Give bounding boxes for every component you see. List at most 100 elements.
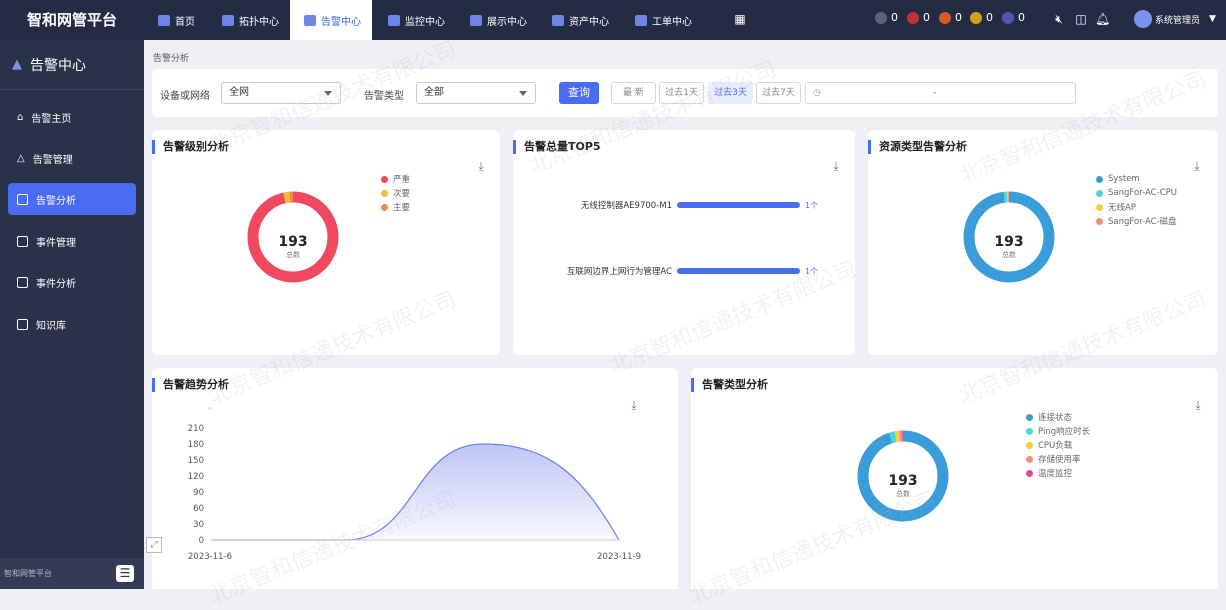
top5-bar-chart: 无线控制器AE9700-M1 1个互联网边界上网行为管理AC 1个 xyxy=(567,200,818,277)
legend-item[interactable]: 无线AP xyxy=(1096,200,1177,214)
nav-home[interactable]: 首页 xyxy=(158,0,195,40)
grid-icon[interactable]: ▦ xyxy=(733,12,747,26)
sidebar-item-knowledge[interactable]: 知识库 xyxy=(8,308,136,340)
user-name: 系统管理员 xyxy=(1155,15,1201,26)
legend-swatch xyxy=(1096,203,1103,211)
device-select[interactable]: 全网 xyxy=(221,82,341,104)
time-latest-button[interactable]: 最 新 xyxy=(611,82,656,104)
chevron-down-icon: ▼ xyxy=(1209,14,1216,24)
legend-item[interactable]: 主要 xyxy=(381,200,410,214)
legend-swatch xyxy=(1026,427,1033,435)
donut-total: 193 xyxy=(278,234,307,250)
alert-count-value: 0 xyxy=(891,11,898,24)
legend-label: 次要 xyxy=(393,189,411,199)
alert-count-2[interactable]: 0 xyxy=(907,11,930,24)
bar-category-label: 互联网边界上网行为管理AC xyxy=(567,266,672,277)
alert-count-3[interactable]: 0 xyxy=(939,11,962,24)
user-menu[interactable]: 系统管理员 ▼ xyxy=(1134,10,1216,28)
alert-level-icon xyxy=(907,11,919,24)
bar[interactable] xyxy=(677,268,800,274)
date-range-picker[interactable]: ◷ - xyxy=(805,82,1076,104)
resource-donut-chart: 193 总数 xyxy=(963,191,1055,283)
layout-icon[interactable]: ◫ xyxy=(1074,12,1088,26)
nav-topology[interactable]: 拓扑中心 xyxy=(222,0,279,40)
legend-item[interactable]: 次要 xyxy=(381,186,410,200)
legend-item[interactable]: SangFor-AC-CPU xyxy=(1096,186,1177,200)
nav-asset-label: 资产中心 xyxy=(569,16,609,28)
sidebar-footer: 智和网管平台 ☰ xyxy=(0,558,144,589)
time-3day-button[interactable]: 过去3天 xyxy=(708,82,753,104)
mute-icon[interactable]: 🔇︎ xyxy=(1052,12,1066,26)
chevron-down-icon xyxy=(519,91,527,96)
nav-monitor-label: 监控中心 xyxy=(405,16,445,28)
sidebar-item-alert-analysis[interactable]: 告警分析 xyxy=(8,183,136,215)
legend-item[interactable]: SangFor-AC-磁盘 xyxy=(1096,214,1177,228)
chart-icon xyxy=(17,276,28,288)
legend-item[interactable]: 严重 xyxy=(381,172,410,186)
legend-label: SangFor-AC-CPU xyxy=(1108,188,1177,198)
sidebar-item-event-analysis[interactable]: 事件分析 xyxy=(8,266,136,298)
bell-icon[interactable]: 🔔︎ xyxy=(1095,12,1110,26)
sidebar-item-label: 告警管理 xyxy=(32,154,73,166)
legend-item[interactable]: System xyxy=(1096,172,1177,186)
bar[interactable] xyxy=(677,202,800,208)
alert-count-4[interactable]: 0 xyxy=(970,11,993,24)
sidebar: ▲ 告警中心 ⌂ 告警主页 △ 告警管理 告警分析 事件管理 事件分析 知识库 智和网… xyxy=(0,40,144,589)
legend-item[interactable]: 连接状态 xyxy=(1026,410,1090,424)
monitor-icon xyxy=(388,14,400,26)
nav-alert[interactable]: 告警中心 xyxy=(290,0,372,40)
alert-count-value: 0 xyxy=(923,11,930,24)
asset-icon xyxy=(552,14,564,26)
alert-count-value: 0 xyxy=(986,11,993,24)
time-7day-button[interactable]: 过去7天 xyxy=(756,82,801,104)
sidebar-item-alert-home[interactable]: ⌂ 告警主页 xyxy=(8,101,136,133)
trend-area-chart: ^ 0 30 60 90 120 150 180 210 2023-11-6 2023-11-9 xyxy=(188,406,641,562)
level-donut-chart: 193 总数 xyxy=(247,191,339,283)
type-analysis-card: 告警类型分析 ⤓ 193 总数 连接状态 Ping响应时长 CPU负载 存储使用… xyxy=(691,368,1218,589)
query-button[interactable]: 查询 xyxy=(559,82,599,104)
menu-icon[interactable]: ☰ xyxy=(116,565,134,582)
alert-level-icon xyxy=(875,11,887,24)
book-icon xyxy=(17,318,28,330)
nav-ticket[interactable]: 工单中心 xyxy=(635,0,692,40)
type-select[interactable]: 全部 xyxy=(416,82,536,104)
y-tick-label: 30 xyxy=(193,520,204,530)
sidebar-title-label: 告警中心 xyxy=(30,57,86,74)
legend-label: 主要 xyxy=(393,203,411,213)
date-separator: - xyxy=(933,88,937,98)
alert-level-icon xyxy=(939,11,951,24)
nav-ticket-label: 工单中心 xyxy=(652,16,692,28)
clipboard-icon xyxy=(17,235,28,247)
legend-item[interactable]: 存储使用率 xyxy=(1026,452,1090,466)
time-1day-button[interactable]: 过去1天 xyxy=(659,82,704,104)
device-select-value: 全网 xyxy=(229,87,249,98)
chart-icon xyxy=(17,193,28,205)
alert-count-value: 0 xyxy=(955,11,962,24)
sidebar-footer-label: 智和网管平台 xyxy=(4,569,52,578)
legend-item[interactable]: 温度监控 xyxy=(1026,466,1090,480)
legend-swatch xyxy=(1026,469,1033,477)
nav-monitor[interactable]: 监控中心 xyxy=(388,0,445,40)
alert-count-5[interactable]: 0 xyxy=(1002,11,1025,24)
legend-item[interactable]: CPU负载 xyxy=(1026,438,1090,452)
donut-total: 193 xyxy=(888,473,917,489)
sidebar-item-label: 事件管理 xyxy=(36,237,76,249)
ticket-icon xyxy=(635,14,647,26)
nav-alert-label: 告警中心 xyxy=(321,16,361,28)
donut-total-label: 总数 xyxy=(286,250,300,259)
legend-label: CPU负载 xyxy=(1038,441,1073,451)
sidebar-item-event-manage[interactable]: 事件管理 xyxy=(8,225,136,257)
legend-swatch xyxy=(1026,413,1033,421)
legend-swatch xyxy=(1026,455,1033,463)
nav-display[interactable]: 展示中心 xyxy=(470,0,527,40)
legend-item[interactable]: Ping响应时长 xyxy=(1026,424,1090,438)
alert-count-1[interactable]: 0 xyxy=(875,11,898,24)
device-label: 设备或网络 xyxy=(160,91,210,102)
sidebar-item-alert-manage[interactable]: △ 告警管理 xyxy=(8,142,136,174)
alert-level-icon xyxy=(1002,11,1014,24)
y-tick-label: 150 xyxy=(188,456,204,466)
nav-asset[interactable]: 资产中心 xyxy=(552,0,609,40)
resource-analysis-card: 资源类型告警分析 ⤓ 193 总数 System SangFor-AC-CPU … xyxy=(868,130,1218,355)
legend-label: SangFor-AC-磁盘 xyxy=(1108,217,1177,227)
clock-icon: ◷ xyxy=(813,88,821,98)
